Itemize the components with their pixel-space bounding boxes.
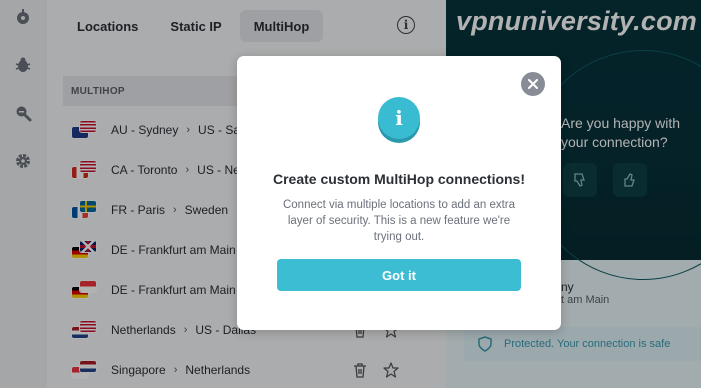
got-it-button[interactable]: Got it <box>277 259 521 291</box>
close-icon <box>528 79 538 89</box>
close-button[interactable] <box>521 72 545 96</box>
dialog-title: Create custom MultiHop connections! <box>272 171 526 187</box>
multihop-intro-dialog: i Create custom MultiHop connections! Co… <box>237 56 561 330</box>
info-badge-icon: i <box>378 97 420 139</box>
dialog-body: Connect via multiple locations to add an… <box>282 199 516 243</box>
